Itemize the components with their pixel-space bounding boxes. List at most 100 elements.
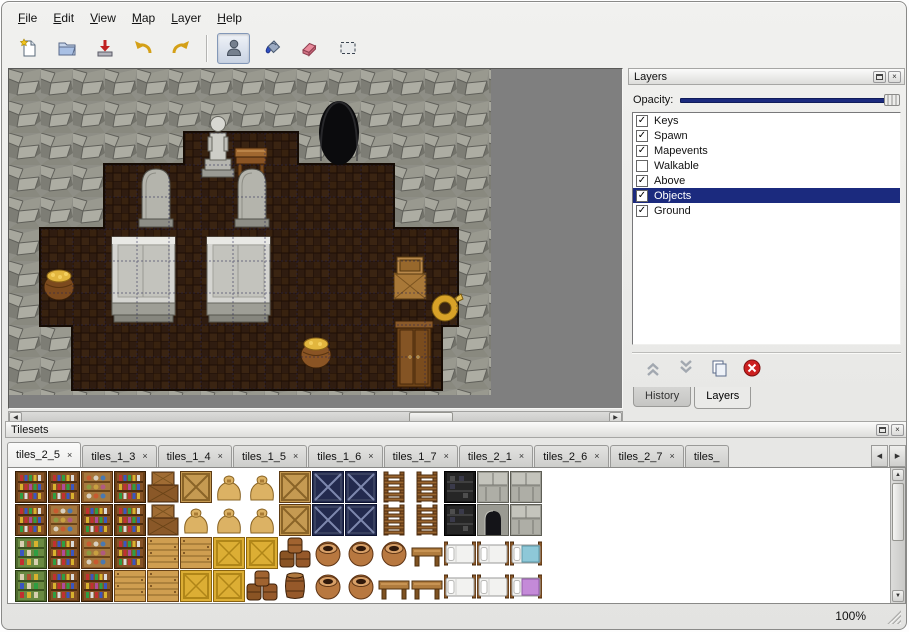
layer-row-above[interactable]: ✓ Above — [633, 173, 900, 188]
tab-close-icon[interactable]: × — [293, 452, 298, 461]
tileset-tab-truncated[interactable]: tiles_ — [685, 445, 729, 467]
tileset-tab-tiles_2_1[interactable]: tiles_2_1 × — [459, 445, 533, 467]
tab-close-icon[interactable]: × — [67, 451, 72, 460]
eraser-tool-button[interactable] — [293, 33, 326, 64]
redo-button[interactable] — [164, 33, 197, 64]
select-tool-button[interactable] — [331, 33, 364, 64]
tileset-tab-tiles_1_6[interactable]: tiles_1_6 × — [308, 445, 382, 467]
map-viewport[interactable] — [8, 68, 623, 409]
close-panel-button[interactable]: × — [891, 424, 904, 436]
close-panel-button[interactable]: × — [888, 71, 901, 83]
selection-rectangle-icon — [337, 37, 359, 59]
layers-panel: Layers × Opacity: ✓ Keys ✓ Spawn — [628, 68, 905, 409]
move-layer-down-button[interactable] — [674, 356, 698, 380]
tab-label: tiles_2_1 — [468, 451, 512, 463]
layer-visibility-checkbox[interactable] — [636, 160, 648, 172]
layer-row-spawn[interactable]: ✓ Spawn — [633, 128, 900, 143]
scroll-up-button[interactable]: ▲ — [892, 469, 904, 481]
layer-row-keys[interactable]: ✓ Keys — [633, 113, 900, 128]
tab-close-icon[interactable]: × — [218, 452, 223, 461]
vertical-scrollbar-thumb[interactable] — [892, 483, 904, 541]
tab-label: tiles_1_6 — [317, 451, 361, 463]
opacity-slider[interactable] — [680, 92, 900, 108]
layer-label: Above — [654, 175, 685, 187]
opacity-slider-track[interactable] — [680, 98, 900, 103]
tab-close-icon[interactable]: × — [594, 452, 599, 461]
layer-row-mapevents[interactable]: ✓ Mapevents — [633, 143, 900, 158]
tab-label: tiles_ — [694, 451, 720, 463]
tabs-scroll-right-button[interactable]: ▶ — [889, 445, 906, 467]
chevron-down-icon — [676, 358, 696, 378]
scroll-down-button[interactable]: ▼ — [892, 590, 904, 602]
tileset-tab-tiles_2_6[interactable]: tiles_2_6 × — [534, 445, 608, 467]
tileset-tab-tiles_2_7[interactable]: tiles_2_7 × — [610, 445, 684, 467]
opacity-slider-handle[interactable] — [884, 94, 900, 106]
tab-close-icon[interactable]: × — [444, 452, 449, 461]
tab-label: tiles_2_6 — [543, 451, 587, 463]
menu-layer[interactable]: Layer — [163, 8, 209, 28]
layer-visibility-checkbox[interactable]: ✓ — [636, 190, 648, 202]
check-icon: ✓ — [638, 191, 646, 201]
layer-label: Walkable — [654, 160, 699, 172]
toolbar-separator — [206, 35, 208, 62]
float-panel-button[interactable] — [873, 71, 886, 83]
paint-bucket-icon — [261, 37, 283, 59]
tileset-tabs: tiles_2_5 × tiles_1_3 × tiles_1_4 × tile… — [7, 442, 870, 467]
tileset-canvas[interactable] — [11, 469, 545, 603]
open-button[interactable] — [50, 33, 83, 64]
undo-icon — [132, 37, 154, 59]
tileset-tab-tiles_1_3[interactable]: tiles_1_3 × — [82, 445, 156, 467]
tab-close-icon[interactable]: × — [142, 452, 147, 461]
menu-edit[interactable]: Edit — [45, 8, 82, 28]
tileset-tab-tiles_1_5[interactable]: tiles_1_5 × — [233, 445, 307, 467]
close-icon: × — [895, 426, 900, 434]
layer-visibility-checkbox[interactable]: ✓ — [636, 175, 648, 187]
tileset-tab-tiles_1_7[interactable]: tiles_1_7 × — [384, 445, 458, 467]
tilesets-panel-header[interactable]: Tilesets × — [5, 421, 907, 438]
layer-label: Ground — [654, 205, 691, 217]
menu-map[interactable]: Map — [124, 8, 163, 28]
tab-close-icon[interactable]: × — [670, 452, 675, 461]
menu-view[interactable]: View — [82, 8, 124, 28]
tab-scrollers: ◀ ▶ — [870, 445, 906, 467]
tileset-vertical-scrollbar[interactable]: ▲ ▼ — [890, 468, 905, 603]
map-canvas[interactable] — [9, 69, 491, 395]
layers-panel-header[interactable]: Layers × — [628, 68, 905, 85]
duplicate-layer-button[interactable] — [707, 356, 731, 380]
layer-row-ground[interactable]: ✓ Ground — [633, 203, 900, 218]
layer-label: Objects — [654, 190, 691, 202]
menu-file[interactable]: File — [10, 8, 45, 28]
float-panel-button[interactable] — [876, 424, 889, 436]
resize-grip[interactable] — [886, 609, 901, 624]
delete-layer-button[interactable] — [740, 356, 764, 380]
app-window: File Edit View Map Layer Help — [1, 1, 907, 630]
save-button[interactable] — [88, 33, 121, 64]
layer-label: Spawn — [654, 130, 688, 142]
tab-layers[interactable]: Layers — [694, 387, 751, 409]
tabs-scroll-left-button[interactable]: ◀ — [871, 445, 888, 467]
layer-visibility-checkbox[interactable]: ✓ — [636, 130, 648, 142]
new-file-button[interactable] — [12, 33, 45, 64]
place-character-tool-button[interactable] — [217, 33, 250, 64]
tileset-tab-tiles_1_4[interactable]: tiles_1_4 × — [158, 445, 232, 467]
statusbar: 100% — [2, 605, 906, 629]
check-icon: ✓ — [638, 176, 646, 186]
tab-history[interactable]: History — [633, 387, 691, 407]
undo-button[interactable] — [126, 33, 159, 64]
layer-row-objects[interactable]: ✓ Objects — [633, 188, 900, 203]
arrow-down-icon: ▼ — [895, 593, 901, 599]
move-layer-up-button[interactable] — [641, 356, 665, 380]
layer-visibility-checkbox[interactable]: ✓ — [636, 145, 648, 157]
tileset-tab-tiles_2_5[interactable]: tiles_2_5 × — [7, 442, 81, 467]
menu-help[interactable]: Help — [209, 8, 250, 28]
tab-close-icon[interactable]: × — [368, 452, 373, 461]
tab-label: tiles_2_7 — [619, 451, 663, 463]
layer-label: Mapevents — [654, 145, 708, 157]
layer-row-walkable[interactable]: Walkable — [633, 158, 900, 173]
layer-list: ✓ Keys ✓ Spawn ✓ Mapevents Walkable ✓ — [632, 112, 901, 345]
check-icon: ✓ — [638, 146, 646, 156]
fill-tool-button[interactable] — [255, 33, 288, 64]
layer-visibility-checkbox[interactable]: ✓ — [636, 205, 648, 217]
tab-close-icon[interactable]: × — [519, 452, 524, 461]
layer-visibility-checkbox[interactable]: ✓ — [636, 115, 648, 127]
